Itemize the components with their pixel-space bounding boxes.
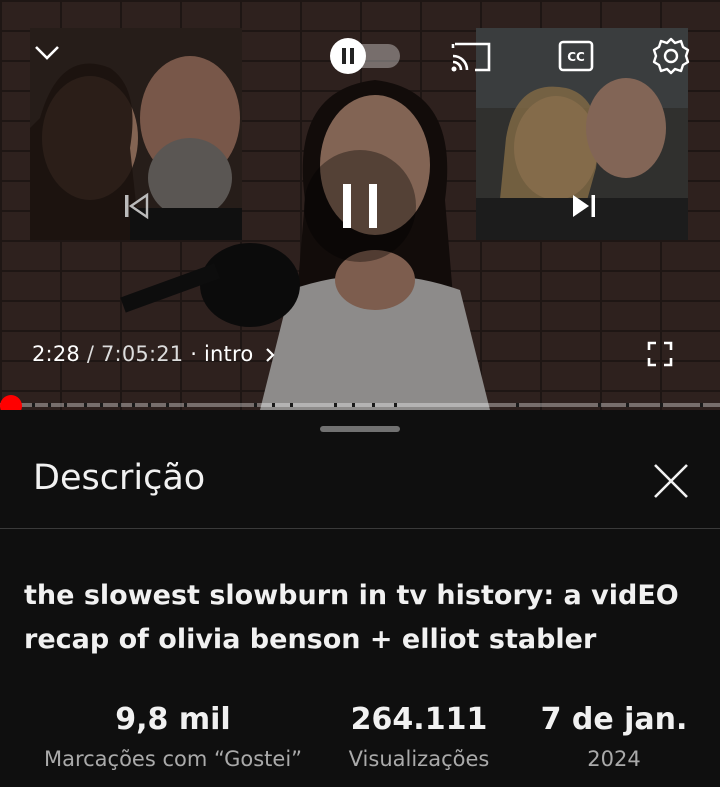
gear-icon[interactable] [650,35,692,77]
chapter-marker [132,403,135,407]
date-stat: 7 de jan. 2024 [522,702,706,771]
close-icon[interactable] [650,460,692,502]
cast-icon[interactable] [448,36,494,76]
pause-icon[interactable] [304,150,416,262]
views-stat: 264.111 Visualizações [334,702,504,771]
chapter-marker [700,403,703,407]
chapter-marker [118,403,121,407]
closed-captions-icon[interactable]: CC [556,36,596,76]
chapter-marker [372,403,375,407]
chapter-marker [660,403,663,407]
chapter-marker [334,403,337,407]
chapter-marker [272,403,275,407]
progress-bar[interactable] [0,403,720,407]
skip-previous-icon[interactable] [116,186,156,226]
chapter-marker [516,403,519,407]
likes-count: 9,8 mil [115,702,231,737]
chapter-marker [148,403,151,407]
time-separator: / [79,342,101,366]
video-player[interactable]: CC 2:28 / 7:05:21 · intro [0,0,720,410]
views-count: 264.111 [350,702,488,737]
video-duration: 7:05:21 [101,342,184,366]
views-label: Visualizações [348,747,490,771]
chapter-marker [290,403,293,407]
chapter-marker [626,403,629,407]
chapter-marker [184,403,187,407]
skip-next-icon[interactable] [564,186,604,226]
drag-handle[interactable] [320,426,400,432]
chapter-marker [598,403,601,407]
current-time: 2:28 [32,342,80,366]
chevron-down-icon[interactable] [28,34,66,72]
upload-year: 2024 [587,747,641,771]
time-and-chapter[interactable]: 2:28 / 7:05:21 · intro [32,342,276,366]
chapter-marker [32,403,35,407]
likes-label: Marcações com “Gostei” [43,747,303,771]
chapter-marker [394,403,397,407]
upload-date: 7 de jan. [540,702,688,737]
chapter-name: · intro [183,342,254,366]
likes-stat: 9,8 mil Marcações com “Gostei” [20,702,326,771]
divider [0,528,720,529]
sheet-heading: Descrição [33,458,206,498]
autoplay-toggle-icon[interactable] [328,38,402,74]
chapter-marker [84,403,87,407]
progress-scrubber[interactable] [0,395,22,410]
chapter-marker [166,403,169,407]
chapter-marker [48,403,51,407]
svg-text:CC: CC [567,50,585,64]
chapter-marker [100,403,103,407]
chapter-marker [64,403,67,407]
video-title: the slowest slowburn in tv history: a vi… [24,580,679,655]
description-sheet: Descrição the slowest slowburn in tv his… [0,410,720,787]
chapter-marker [352,403,355,407]
fullscreen-icon[interactable] [642,336,678,372]
chapter-marker [254,403,257,407]
chevron-right-icon [266,348,275,362]
